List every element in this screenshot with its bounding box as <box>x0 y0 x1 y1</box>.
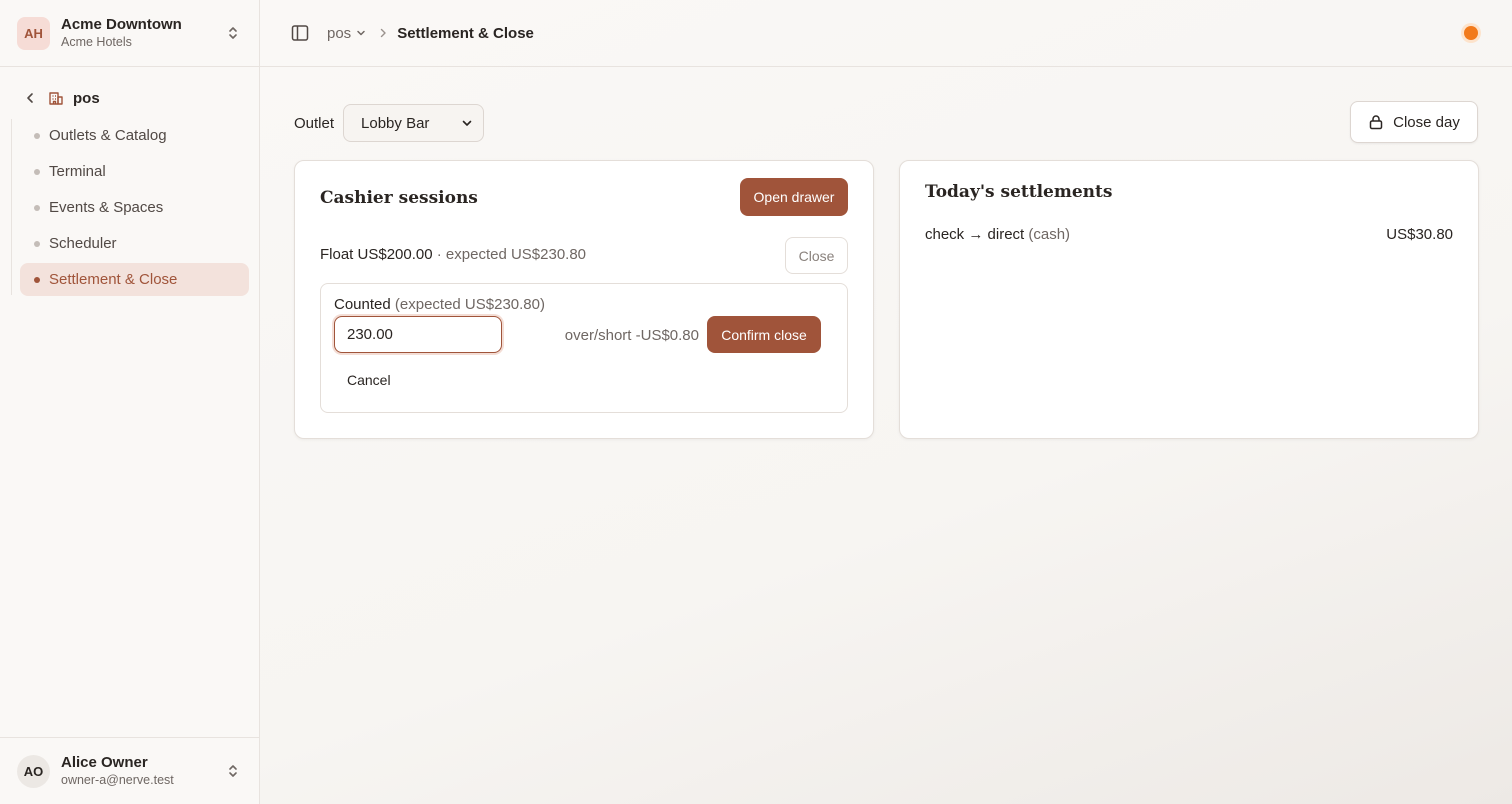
outlet-select-value: Lobby Bar <box>361 114 430 132</box>
chevron-up-down-icon <box>229 765 237 777</box>
chevron-down-icon <box>462 120 472 126</box>
toolbar: Outlet Lobby Bar Close day <box>294 101 1478 143</box>
sidebar-item-label: Terminal <box>49 163 106 180</box>
breadcrumb-module[interactable]: pos <box>327 25 366 42</box>
status-indicator <box>1464 26 1478 40</box>
bullet-icon <box>34 276 40 283</box>
sidebar-item-events-spaces[interactable]: Events & Spaces <box>20 191 249 224</box>
sidebar-item-settlement-close[interactable]: Settlement & Close <box>20 263 249 296</box>
app-root: AH Acme Downtown Acme Hotels pos Outlets <box>0 0 1512 804</box>
settlement-amount: US$30.80 <box>1386 226 1453 243</box>
count-form: Counted (expected US$230.80) over/short … <box>320 283 848 413</box>
settlement-flow: check → direct <box>925 226 1025 243</box>
float-amount: Float US$200.00 <box>320 246 433 263</box>
nav-back-label: pos <box>73 89 100 107</box>
sidebar-item-scheduler[interactable]: Scheduler <box>20 227 249 260</box>
counted-amount-input[interactable] <box>334 316 502 353</box>
building-icon <box>49 92 63 105</box>
outlet-label: Outlet <box>294 114 335 132</box>
close-session-button[interactable]: Close <box>785 237 848 274</box>
settlement-row: check → direct (cash) US$30.80 <box>925 226 1453 243</box>
outlet-select[interactable]: Lobby Bar <box>343 104 485 142</box>
nav-list: Outlets & Catalog Terminal Events & Spac… <box>11 119 249 299</box>
confirm-close-button[interactable]: Confirm close <box>707 316 821 353</box>
sidebar-item-terminal[interactable]: Terminal <box>20 155 249 188</box>
chevron-right-icon <box>380 28 386 38</box>
counted-label: Counted (expected US$230.80) <box>334 296 545 313</box>
chevron-up-down-icon <box>229 27 237 39</box>
open-drawer-button[interactable]: Open drawer <box>740 178 848 216</box>
user-menu[interactable]: AO Alice Owner owner-a@nerve.test <box>0 737 259 804</box>
settlements-card: Today's settlements check → direct (cash… <box>899 160 1479 439</box>
lock-icon <box>1369 115 1383 130</box>
chevron-left-icon <box>27 93 33 103</box>
sidebar-item-label: Events & Spaces <box>49 199 164 216</box>
sidebar-item-label: Scheduler <box>49 235 117 252</box>
user-text: Alice Owner owner-a@nerve.test <box>61 754 174 788</box>
bullet-icon <box>34 168 40 175</box>
sidebar: AH Acme Downtown Acme Hotels pos Outlets <box>0 0 260 804</box>
nav-back-pos[interactable]: pos <box>24 83 259 113</box>
org-avatar: AH <box>17 16 50 50</box>
sidebar-toggle-icon[interactable] <box>291 24 309 42</box>
expected-amount: · expected US$230.80 <box>436 246 587 263</box>
cashier-sessions-card: Cashier sessions Open drawer Float US$20… <box>294 160 874 439</box>
settlements-title: Today's settlements <box>925 182 1113 202</box>
settlement-description: check → direct (cash) <box>925 226 1070 243</box>
close-day-button[interactable]: Close day <box>1350 101 1478 143</box>
user-name: Alice Owner <box>61 754 148 771</box>
org-name: Acme Downtown <box>61 16 182 33</box>
close-day-label: Close day <box>1393 113 1460 131</box>
cancel-button[interactable]: Cancel <box>347 372 391 388</box>
bullet-icon <box>34 132 40 139</box>
breadcrumb-module-label: pos <box>327 24 352 42</box>
settlement-method: (cash) <box>1028 226 1071 243</box>
breadcrumb-current: Settlement & Close <box>397 24 534 42</box>
counted-expected: (expected US$230.80) <box>394 296 545 313</box>
user-email: owner-a@nerve.test <box>61 773 174 787</box>
org-switcher[interactable]: AH Acme Downtown Acme Hotels <box>0 0 259 67</box>
org-subtitle: Acme Hotels <box>61 35 132 49</box>
org-text: Acme Downtown Acme Hotels <box>61 16 182 50</box>
float-summary: Float US$200.00 · expected US$230.80 <box>320 246 586 263</box>
bullet-icon <box>34 204 40 211</box>
topbar: pos Settlement & Close <box>260 0 1512 67</box>
sidebar-item-label: Outlets & Catalog <box>49 127 167 144</box>
user-avatar: AO <box>17 754 50 788</box>
main-content: pos Settlement & Close Outlet Lobby Bar <box>260 0 1512 804</box>
over-short-value: over/short -US$0.80 <box>564 327 699 344</box>
sidebar-item-label: Settlement & Close <box>49 271 178 288</box>
chevron-down-icon <box>357 30 365 36</box>
counted-label-text: Counted <box>334 296 391 313</box>
sidebar-item-outlets-catalog[interactable]: Outlets & Catalog <box>20 119 249 152</box>
bullet-icon <box>34 240 40 247</box>
cashier-sessions-title: Cashier sessions <box>320 188 478 208</box>
